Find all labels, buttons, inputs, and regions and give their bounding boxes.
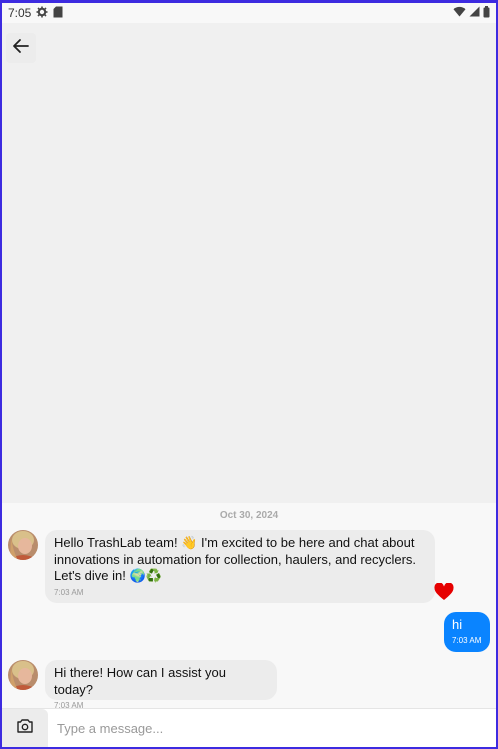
back-button[interactable]	[6, 33, 36, 63]
media-area	[2, 23, 496, 503]
status-right-icons	[453, 5, 490, 21]
arrow-left-icon	[11, 36, 31, 61]
settings-icon	[36, 6, 48, 21]
message-input[interactable]	[48, 720, 496, 736]
message-bubble-incoming[interactable]: Hello TrashLab team! 👋 I'm excited to be…	[45, 530, 435, 603]
app-frame: 7:05 Oct 30, 2024 Hello TrashLab team! 👋…	[0, 0, 498, 749]
message-text: Hi there! How can I assist you today?	[54, 665, 226, 697]
camera-icon	[17, 718, 33, 738]
signal-icon	[469, 6, 480, 20]
sd-card-icon	[53, 6, 63, 21]
message-bubble-incoming[interactable]: Hi there! How can I assist you today? 7:…	[45, 660, 277, 710]
status-time: 7:05	[8, 6, 32, 20]
battery-icon	[483, 5, 490, 21]
wifi-icon	[453, 6, 466, 20]
composer-bar	[2, 708, 496, 747]
message-text: hi	[452, 617, 463, 632]
message-time: 7:03 AM	[452, 636, 482, 645]
message-text: Hello TrashLab team! 👋 I'm excited to be…	[54, 535, 417, 583]
status-bar: 7:05	[2, 3, 496, 23]
date-separator: Oct 30, 2024	[219, 510, 279, 521]
message-bubble-outgoing[interactable]: hi 7:03 AM	[444, 612, 490, 652]
message-time: 7:03 AM	[54, 587, 84, 597]
avatar[interactable]	[8, 660, 38, 690]
avatar[interactable]	[8, 530, 38, 560]
camera-button[interactable]	[2, 709, 48, 747]
heart-icon[interactable]	[434, 582, 454, 606]
